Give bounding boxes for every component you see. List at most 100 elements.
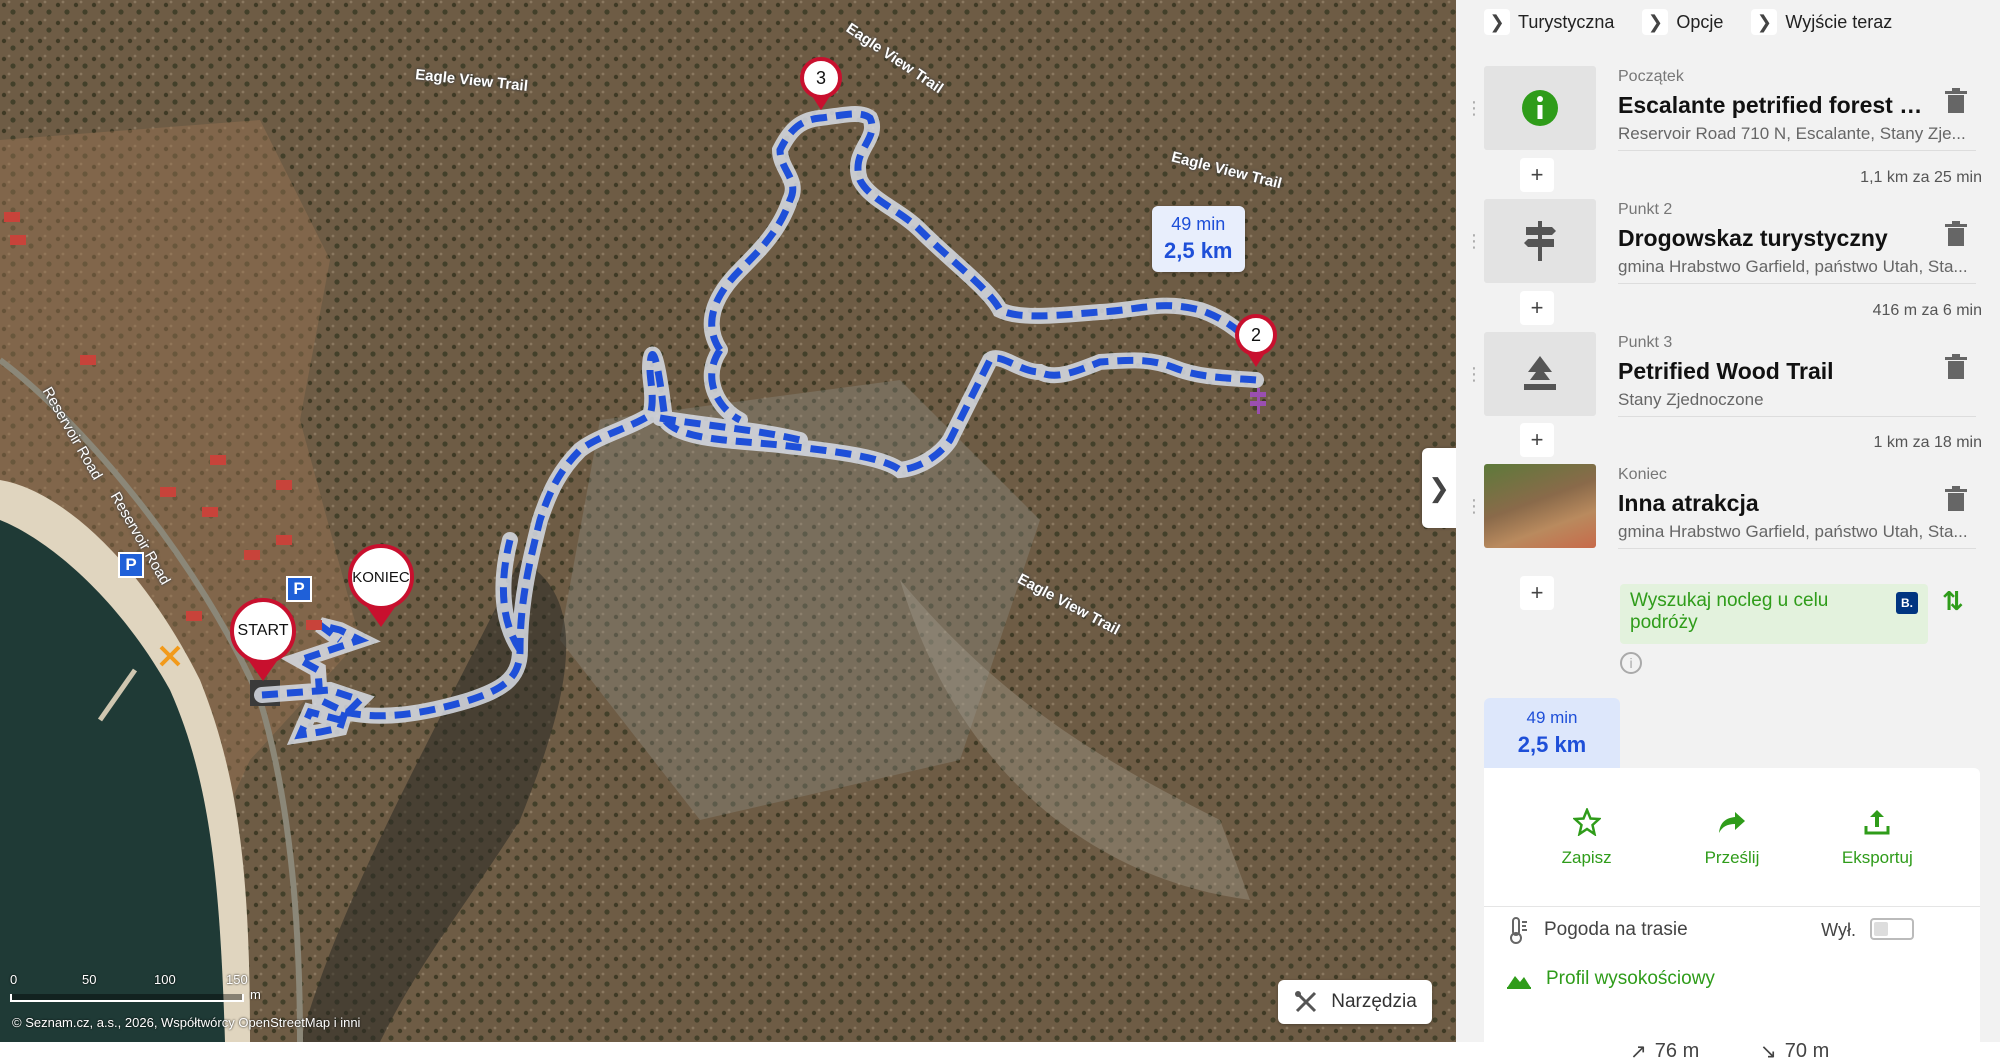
ascent-value: 76 m	[1654, 1040, 1700, 1062]
info-icon	[1522, 90, 1558, 126]
scale-tick: 50	[82, 972, 97, 987]
elevation-ascent: ↗ 76 m	[1630, 1039, 1699, 1064]
save-button[interactable]: Zapisz	[1527, 808, 1647, 906]
segment-info: 416 m za 6 min	[1872, 302, 1982, 319]
waypoint-role: Koniec	[1618, 466, 1667, 483]
waypoint-address: gmina Hrabstwo Garfield, państwo Utah, S…	[1618, 257, 1968, 276]
save-label: Zapisz	[1561, 848, 1612, 867]
scale-tick: 100	[154, 972, 176, 987]
waypoint-name: Escalante petrified forest S...	[1618, 92, 1928, 118]
route-distance: 2,5 km	[1164, 238, 1233, 263]
booking-search-banner[interactable]: Wyszukaj nocleg u celu podróży B.	[1620, 584, 1928, 644]
share-arrow-icon	[1718, 812, 1745, 833]
route-summary-bubble[interactable]: 49 min 2,5 km	[1152, 206, 1245, 272]
waypoint-2-label: 2	[1235, 314, 1277, 356]
thermometer-icon	[1510, 917, 1527, 944]
trash-icon[interactable]	[1944, 221, 1968, 247]
add-waypoint-button[interactable]: +	[1520, 423, 1554, 457]
waypoint-2[interactable]: ⋮⋮ Punkt 2 Drogowskaz turystyczny gmina …	[1456, 199, 2000, 285]
share-button[interactable]: Prześlij	[1672, 808, 1792, 906]
waypoint-role: Punkt 2	[1618, 201, 1673, 218]
elevation-descent: ↘ 70 m	[1760, 1039, 1829, 1064]
waypoint-thumbnail	[1484, 199, 1596, 283]
pin-tip	[1247, 353, 1265, 367]
share-label: Prześlij	[1704, 848, 1760, 867]
tools-icon	[1295, 991, 1317, 1013]
map-attribution[interactable]: © Seznam.cz, a.s., 2026, Współtwórcy Ope…	[12, 1015, 360, 1030]
waypoint-3-label: 3	[800, 57, 842, 99]
waypoint-start[interactable]: ⋮⋮ Początek Escalante petrified forest S…	[1456, 66, 2000, 152]
waypoint-thumbnail	[1484, 66, 1596, 150]
summary-time: 49 min	[1526, 708, 1578, 727]
trash-icon[interactable]	[1944, 354, 1968, 380]
departure-label: Wyjście teraz	[1785, 11, 1893, 32]
waypoint-end[interactable]: ⋮⋮ Koniec Inna atrakcja gmina Hrabstwo G…	[1456, 464, 2000, 550]
waypoint-name: Drogowskaz turystyczny	[1618, 225, 1888, 251]
chevron-right-icon: ❯	[1484, 9, 1510, 35]
segment-info: 1,1 km za 25 min	[1860, 169, 1982, 186]
departure-option[interactable]: ❯ Wyjście teraz	[1751, 9, 1892, 35]
pin-tip	[367, 607, 395, 627]
route-type-label: Turystyczna	[1518, 11, 1615, 32]
photo-thumbnail	[1484, 464, 1596, 548]
tools-button[interactable]: Narzędzia	[1278, 980, 1432, 1024]
arrow-up-right-icon: ↗	[1630, 1041, 1647, 1063]
route-actions-card: Zapisz Prześlij Eksportuj Pogoda na tras…	[1484, 768, 1980, 1063]
scale-line	[10, 994, 244, 1002]
segment-info: 1 km za 18 min	[1873, 434, 1982, 451]
elevation-label: Profil wysokościowy	[1546, 968, 1715, 989]
end-pin[interactable]: KONIEC	[348, 544, 414, 627]
summary-distance: 2,5 km	[1517, 732, 1587, 757]
add-waypoint-button[interactable]: +	[1520, 576, 1554, 610]
weather-state: Wył.	[1821, 920, 1856, 940]
pin-tip	[249, 661, 277, 681]
map-view[interactable]: Eagle View Trail Eagle View Trail Eagle …	[0, 0, 1456, 1042]
action-buttons: Zapisz Prześlij Eksportuj	[1484, 768, 1980, 907]
scale-bar: 0 50 100 150 m	[10, 972, 261, 1002]
waypoint-3-pin[interactable]: 3	[800, 57, 842, 110]
weather-row[interactable]: Pogoda na trasie	[1506, 916, 1688, 944]
chevron-right-icon: ❯	[1751, 9, 1778, 35]
route-time: 49 min	[1171, 214, 1226, 234]
waypoint-address: Reservoir Road 710 N, Escalante, Stany Z…	[1618, 124, 1966, 143]
route-type-option[interactable]: ❯ Turystyczna	[1484, 9, 1614, 35]
waypoint-3[interactable]: ⋮⋮ Punkt 3 Petrified Wood Trail Stany Zj…	[1456, 332, 2000, 418]
start-pin[interactable]: START	[230, 598, 296, 681]
booking-logo-icon: B.	[1896, 592, 1918, 614]
options-label: Opcje	[1676, 11, 1724, 32]
add-waypoint-button[interactable]: +	[1520, 291, 1554, 325]
pin-tip	[812, 96, 830, 110]
descent-value: 70 m	[1784, 1040, 1830, 1062]
add-waypoint-button[interactable]: +	[1520, 158, 1554, 192]
scale-tick: 0	[10, 972, 18, 987]
waypoint-address: gmina Hrabstwo Garfield, państwo Utah, S…	[1618, 522, 1968, 541]
options-menu[interactable]: ❯ Opcje	[1642, 9, 1723, 35]
divider	[1618, 283, 1976, 284]
trash-icon[interactable]	[1944, 486, 1968, 512]
info-icon[interactable]: i	[1620, 652, 1642, 674]
scale-unit: m	[250, 987, 261, 1002]
chevron-right-icon: ❯	[1642, 9, 1669, 35]
waypoint-name: Inna atrakcja	[1618, 490, 1759, 516]
divider	[1618, 416, 1976, 417]
mountain-icon	[1507, 976, 1531, 989]
waypoint-role: Początek	[1618, 68, 1684, 85]
export-label: Eksportuj	[1841, 848, 1913, 867]
booking-text: Wyszukaj nocleg u celu podróży	[1630, 590, 1829, 633]
weather-toggle[interactable]	[1870, 918, 1914, 940]
divider	[1618, 150, 1976, 151]
end-pin-label: KONIEC	[348, 544, 414, 610]
weather-label: Pogoda na trasie	[1544, 919, 1688, 940]
signpost-poi-icon	[1250, 388, 1266, 414]
red-building-icons	[4, 212, 322, 630]
reverse-route-icon[interactable]: ⇅	[1942, 586, 1964, 617]
collapse-panel-button[interactable]: ❯	[1422, 448, 1456, 528]
trash-icon[interactable]	[1944, 88, 1968, 114]
waypoint-thumbnail	[1484, 332, 1596, 416]
export-button[interactable]: Eksportuj	[1817, 808, 1937, 906]
waypoint-2-pin[interactable]: 2	[1235, 314, 1277, 367]
divider	[1618, 548, 1976, 549]
waypoint-name: Petrified Wood Trail	[1618, 358, 1834, 384]
star-icon	[1572, 808, 1601, 836]
elevation-profile-row[interactable]: Profil wysokościowy	[1506, 968, 1715, 990]
